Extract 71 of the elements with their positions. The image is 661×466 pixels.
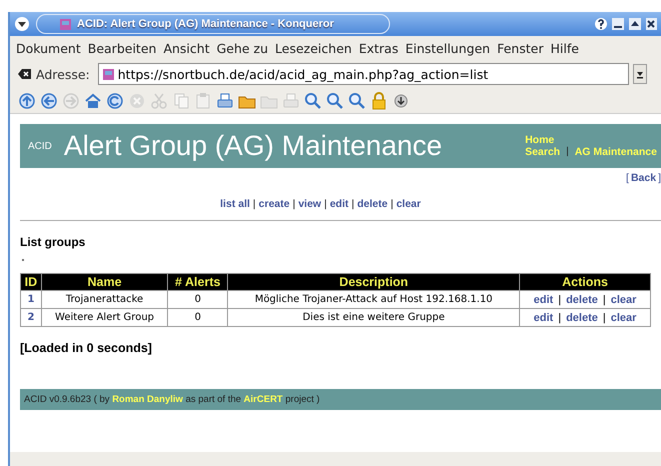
logo-text: ACID [28, 140, 52, 152]
download-icon[interactable] [392, 92, 410, 110]
menu-item[interactable]: Extras [358, 40, 398, 56]
home-icon[interactable] [84, 92, 102, 110]
column-header: Actions [520, 274, 650, 290]
row-action-link[interactable]: clear [610, 294, 636, 306]
row-action-link[interactable]: edit [534, 312, 554, 324]
bracket: [ [626, 172, 629, 184]
menu-item[interactable]: Hilfe [550, 40, 579, 56]
row-action-link[interactable]: clear [610, 312, 636, 324]
footer-text: ACID v0.9.6b23 ( by Roman Danyliw as part of the AirCERT project ) [20, 389, 661, 410]
action-link[interactable]: list all [220, 198, 250, 210]
action-link[interactable]: delete [357, 198, 388, 210]
table-cell: 0 [168, 290, 228, 308]
menu-item[interactable]: Einstellungen [405, 40, 490, 56]
separator: | [602, 294, 606, 306]
separator: | [602, 312, 606, 324]
row-action-link[interactable]: delete [566, 294, 598, 306]
separator: | [558, 294, 562, 306]
id-link[interactable]: 2 [20, 308, 42, 326]
action-link[interactable]: view [298, 198, 322, 210]
table-cell: Trojanerattacke [41, 290, 168, 308]
page-title: Alert Group (AG) Maintenance [64, 130, 442, 162]
bracket: ] [658, 172, 661, 184]
table-cell: Weitere Alert Group [41, 308, 168, 326]
magnifier-icon[interactable] [326, 92, 344, 110]
magnifier-icon[interactable] [348, 92, 366, 110]
menu-item[interactable]: Dokument [16, 40, 81, 56]
action-link[interactable]: edit [330, 198, 348, 210]
separator: | [390, 198, 394, 210]
address-label: Adresse: [36, 66, 90, 82]
magnifier-icon[interactable] [304, 92, 322, 110]
back-link[interactable]: Back [630, 172, 656, 184]
column-header: Description [228, 274, 520, 290]
table-cell: Mögliche Trojaner-Attack auf Host 192.168.1.10 [228, 290, 520, 308]
close-icon[interactable] [645, 17, 657, 31]
section-heading: List groups [20, 235, 86, 249]
table-cell: 0 [168, 308, 228, 326]
window-menu-icon[interactable] [14, 16, 30, 32]
separator: | [252, 198, 256, 210]
action-link[interactable]: clear [396, 198, 421, 210]
minimize-icon[interactable] [611, 17, 625, 31]
action-link[interactable]: create [258, 198, 290, 210]
page-icon [59, 18, 72, 30]
address-field[interactable]: https://snortbuch.de/acid/acid_ag_main.php?ag_action=list [98, 63, 629, 85]
clear-field-icon[interactable] [18, 68, 32, 80]
separator: | [292, 198, 296, 210]
reload-icon[interactable] [106, 92, 124, 110]
column-header: Name [41, 274, 168, 290]
column-header: # Alerts [168, 274, 228, 290]
menu-item[interactable]: Bearbeiten [88, 40, 156, 56]
dropdown-icon[interactable] [633, 64, 647, 84]
menu-item[interactable]: Lesezeichen [275, 40, 352, 56]
menu-item[interactable]: Fenster [497, 40, 544, 56]
load-time-text: [Loaded in 0 seconds] [20, 341, 153, 355]
menu-item[interactable]: Ansicht [163, 40, 210, 56]
column-header: ID [20, 274, 42, 290]
page-icon [102, 68, 115, 80]
separator: | [566, 146, 569, 158]
help-icon[interactable] [594, 17, 608, 31]
maximize-icon[interactable] [628, 17, 642, 31]
separator: | [558, 312, 562, 324]
separator: | [324, 198, 327, 210]
menu-item[interactable]: Gehe zu [216, 40, 268, 56]
table-cell: Dies ist eine weitere Gruppe [228, 308, 520, 326]
window-title: ACID: Alert Group (AG) Maintenance - Konqueror [77, 18, 334, 30]
row-action-link[interactable]: edit [534, 294, 554, 306]
row-action-link[interactable]: delete [566, 312, 598, 324]
printer-icon[interactable] [216, 92, 234, 110]
separator: | [352, 198, 354, 210]
id-link[interactable]: 1 [20, 290, 42, 308]
